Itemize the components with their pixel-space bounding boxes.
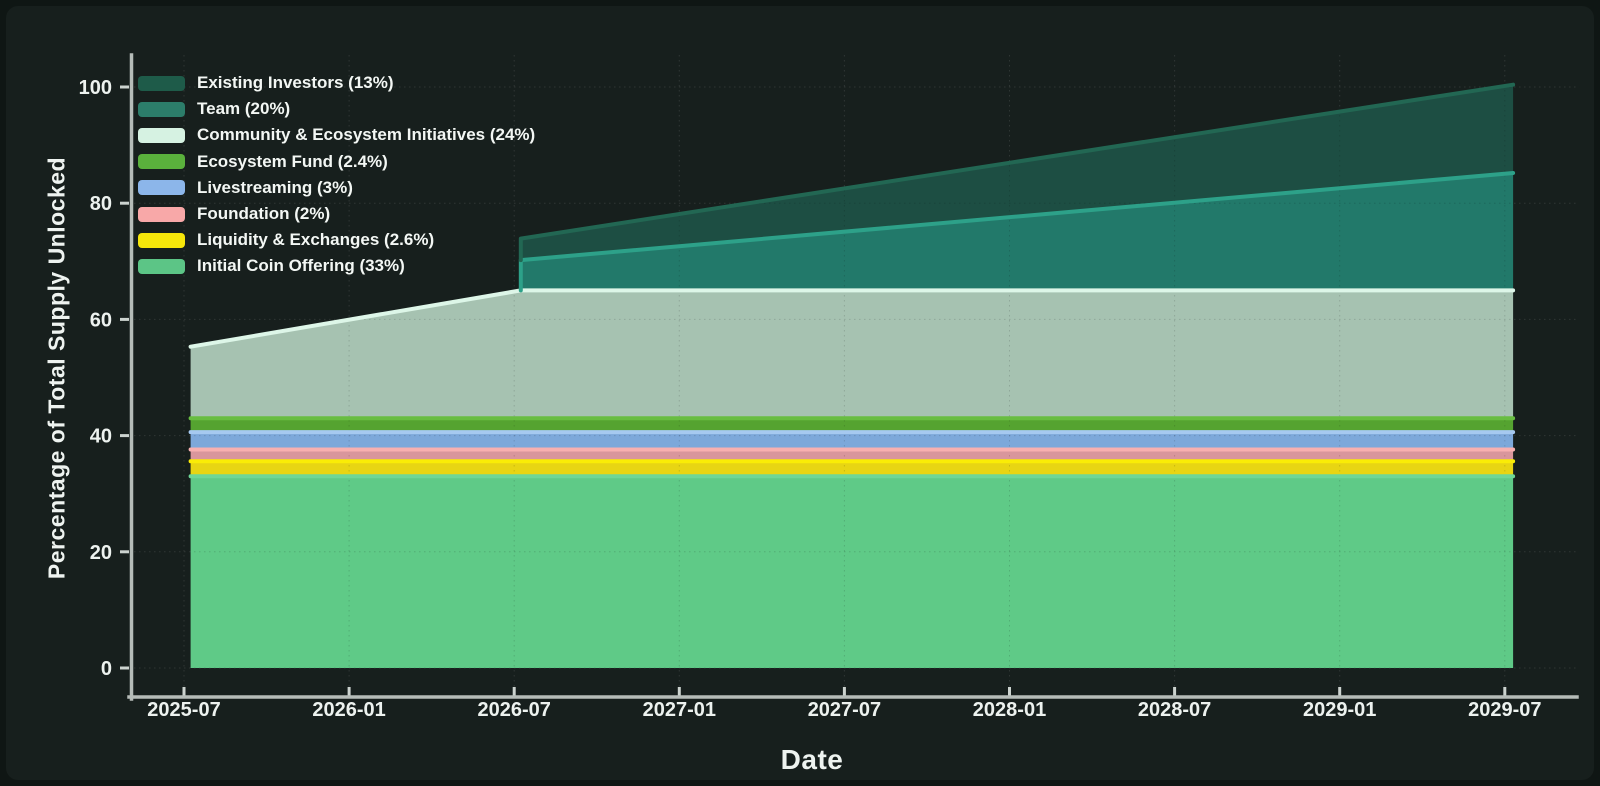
legend-label: Team (20%) [197, 99, 290, 119]
y-tick-label: 80 [90, 193, 112, 215]
legend-item-community: Community & Ecosystem Initiatives (24%) [138, 122, 535, 148]
legend-label: Existing Investors (13%) [197, 73, 394, 93]
legend-item-liquidity: Liquidity & Exchanges (2.6%) [138, 227, 535, 253]
legend-swatch-livestreaming [138, 180, 185, 195]
y-tick-label: 40 [90, 426, 112, 448]
area-band-ecosystem-fund [191, 418, 1514, 432]
area-band-livestreaming [191, 432, 1514, 449]
x-tick-label: 2027-07 [808, 699, 881, 721]
legend-swatch-team [138, 102, 185, 117]
legend-swatch-liquidity [138, 233, 185, 248]
legend-item-ico: Initial Coin Offering (33%) [138, 253, 535, 279]
x-tick-label: 2027-01 [643, 699, 716, 721]
x-tick-label: 2028-01 [973, 699, 1046, 721]
legend-swatch-ico [138, 259, 185, 274]
legend-swatch-community [138, 128, 185, 143]
legend-label: Ecosystem Fund (2.4%) [197, 152, 388, 172]
legend-swatch-existing-investors [138, 76, 185, 91]
legend-label: Initial Coin Offering (33%) [197, 256, 405, 276]
legend-item-foundation: Foundation (2%) [138, 201, 535, 227]
legend-swatch-ecosystem-fund [138, 154, 185, 169]
y-tick-label: 100 [79, 77, 112, 99]
x-tick-label: 2029-07 [1468, 699, 1541, 721]
legend-item-existing-investors: Existing Investors (13%) [138, 70, 535, 96]
y-tick-label: 0 [101, 658, 112, 680]
legend-label: Livestreaming (3%) [197, 178, 353, 198]
x-tick-label: 2028-07 [1138, 699, 1211, 721]
x-tick-label: 2026-07 [477, 699, 550, 721]
legend-label: Foundation (2%) [197, 204, 330, 224]
legend-label: Community & Ecosystem Initiatives (24%) [197, 125, 535, 145]
legend-swatch-foundation [138, 207, 185, 222]
x-tick-label: 2029-01 [1303, 699, 1376, 721]
legend-item-ecosystem-fund: Ecosystem Fund (2.4%) [138, 149, 535, 175]
x-tick-label: 2025-07 [147, 699, 220, 721]
area-band-initial-coin-offering [191, 476, 1514, 668]
area-band-community-ecosystem-initiatives [191, 290, 1514, 418]
legend-item-team: Team (20%) [138, 96, 535, 122]
legend: Existing Investors (13%) Team (20%) Comm… [138, 70, 535, 280]
x-axis-title: Date [781, 744, 844, 776]
y-tick-label: 20 [90, 542, 112, 564]
y-axis-title: Percentage of Total Supply Unlocked [44, 157, 71, 579]
y-tick-label: 60 [90, 309, 112, 331]
legend-label: Liquidity & Exchanges (2.6%) [197, 230, 434, 250]
legend-item-livestreaming: Livestreaming (3%) [138, 175, 535, 201]
area-band-liquidity-exchanges [191, 461, 1514, 476]
x-tick-label: 2026-01 [312, 699, 385, 721]
